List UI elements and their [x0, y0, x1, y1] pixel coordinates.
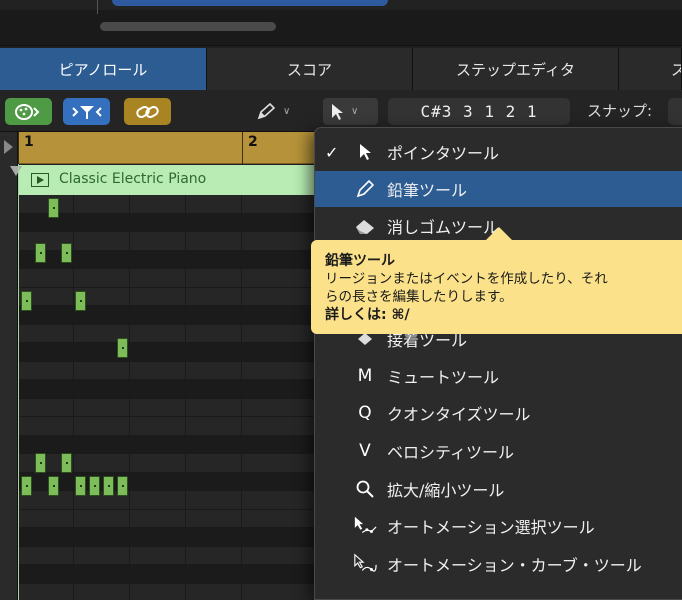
midi-note[interactable]: [117, 338, 128, 358]
menu-item-label: ポインタツール: [387, 144, 500, 163]
menu-item-zoom-tool[interactable]: 拡大/縮小ツール: [315, 471, 682, 507]
tab-piano-roll[interactable]: ピアノロール: [0, 48, 207, 90]
arrange-region[interactable]: [112, 0, 388, 6]
menu-item-velocity-tool[interactable]: V ベロシティツール: [315, 433, 682, 469]
chevron-down-icon: ∨: [351, 106, 359, 117]
automation-select-icon: [353, 514, 377, 538]
snap-label: スナップ:: [587, 102, 653, 120]
link-button[interactable]: [124, 98, 171, 125]
marker-pin-icon: [10, 166, 22, 176]
bar-number: 2: [248, 134, 258, 150]
midi-note[interactable]: [21, 476, 32, 496]
beat-line: [241, 195, 242, 600]
help-tooltip: 鉛筆ツール リージョンまたはイベントを作成したり、それ らの長さを編集したりしま…: [311, 227, 682, 334]
horizontal-scrollbar[interactable]: [100, 22, 276, 31]
bar-tick: [242, 132, 243, 164]
chevron-down-icon: ∨: [283, 106, 291, 117]
tooltip-body-line: らの長さを編集したりします。: [325, 289, 513, 305]
menu-item-automation-select-tool[interactable]: オートメーション選択ツール: [315, 508, 682, 544]
menu-item-label: ベロシティツール: [387, 443, 515, 462]
midi-note[interactable]: [89, 476, 100, 496]
midi-note[interactable]: [61, 453, 72, 473]
bar-number: 1: [24, 134, 34, 150]
midi-note[interactable]: [48, 198, 59, 218]
snap-select[interactable]: [668, 98, 682, 125]
playhead[interactable]: [18, 164, 19, 600]
arrange-area: [0, 0, 682, 46]
tab-step-editor[interactable]: ステップエディタ: [413, 48, 619, 90]
track-divider: [97, 0, 98, 14]
automation-curve-icon: [353, 552, 377, 576]
mute-icon: M: [357, 366, 373, 386]
eraser-icon: [353, 214, 377, 238]
tooltip-title: 鉛筆ツール: [325, 253, 395, 269]
beat-line: [185, 195, 186, 600]
menu-item-quantize-tool[interactable]: Q クオンタイズツール: [315, 395, 682, 431]
tab-score[interactable]: スコア: [207, 48, 413, 90]
left-click-tool-menu[interactable]: ∨: [255, 98, 310, 125]
play-icon: [31, 173, 49, 187]
pencil-icon: [353, 177, 377, 201]
menu-item-label: オートメーション・カーブ・ツール: [387, 556, 642, 575]
position-display: C#3 3 1 2 1: [388, 98, 570, 125]
menu-item-pointer-tool[interactable]: ✓ ポインタツール: [315, 134, 682, 170]
region-name: Classic Electric Piano: [59, 171, 207, 187]
menu-item-label: ミュートツール: [387, 368, 500, 387]
beat-line: [129, 195, 130, 600]
menu-item-pencil-tool[interactable]: 鉛筆ツール: [315, 171, 682, 207]
tooltip-body-line: リージョンまたはイベントを作成したり、それ: [325, 271, 608, 287]
checkmark-icon: ✓: [325, 142, 339, 162]
midi-filter-button[interactable]: [63, 98, 110, 125]
midi-note[interactable]: [61, 243, 72, 263]
menu-item-label: 拡大/縮小ツール: [387, 481, 505, 500]
menu-item-label: オートメーション選択ツール: [387, 518, 595, 537]
command-click-tool-menu[interactable]: ∨: [323, 98, 378, 125]
menu-item-mute-tool[interactable]: M ミュートツール: [315, 358, 682, 394]
quantize-icon: Q: [358, 403, 372, 423]
menu-item-label: 鉛筆ツール: [387, 181, 468, 200]
editor-toolbar: ∨ ∨ C#3 3 1 2 1 スナップ:: [0, 90, 682, 132]
midi-note[interactable]: [48, 476, 59, 496]
midi-note[interactable]: [35, 243, 46, 263]
bar-tick: [18, 132, 19, 164]
menu-item-label: 消しゴムツール: [387, 218, 500, 237]
midi-note[interactable]: [75, 291, 86, 311]
midi-note[interactable]: [21, 291, 32, 311]
tool-dropdown-menu: ✓ ポインタツール 鉛筆ツール 消しゴムツール 接着ツール M ミュートツール …: [314, 127, 682, 600]
beat-line: [73, 195, 74, 600]
piano-keyboard[interactable]: [0, 132, 18, 600]
zoom-icon: [353, 477, 377, 501]
pointer-icon: [353, 140, 377, 164]
midi-note[interactable]: [35, 453, 46, 473]
tab-step-sequencer[interactable]: ス: [619, 48, 682, 90]
menu-item-automation-curve-tool[interactable]: オートメーション・カーブ・ツール: [315, 546, 682, 582]
palette-icon: [14, 103, 39, 120]
arrow-left-icon: [4, 140, 13, 154]
menu-item-label: クオンタイズツール: [387, 405, 531, 424]
filter-icon: [71, 105, 102, 119]
editor-tab-bar: ピアノロール スコア ステップエディタ ス: [0, 48, 682, 90]
pointer-icon: [332, 103, 343, 120]
link-icon: [135, 105, 159, 118]
midi-note[interactable]: [75, 476, 86, 496]
velocity-icon: V: [359, 441, 371, 461]
midi-in-button[interactable]: [5, 98, 52, 125]
midi-note[interactable]: [117, 476, 128, 496]
tooltip-shortcut: 詳しくは: ⌘/: [325, 307, 410, 323]
pencil-icon: [257, 102, 276, 119]
midi-note[interactable]: [103, 476, 114, 496]
